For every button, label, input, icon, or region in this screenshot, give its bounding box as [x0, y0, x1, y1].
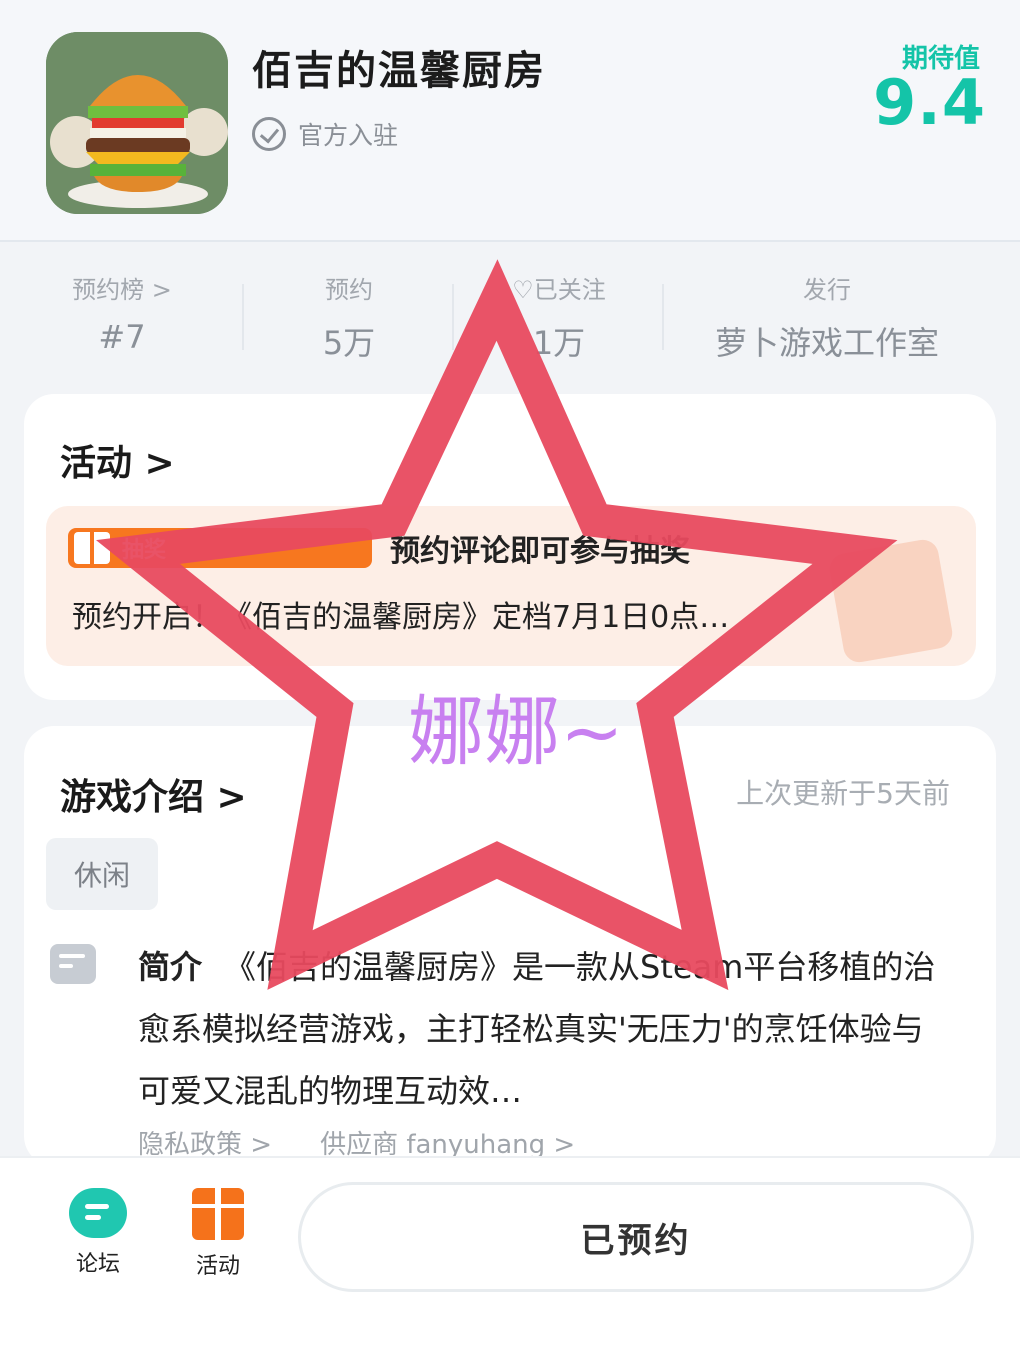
activity-label: 活动: [195, 1254, 240, 1279]
stat-followed-value: 1万: [532, 324, 586, 362]
intro-title[interactable]: 游戏介绍 >: [60, 768, 247, 820]
gift-deco-icon: [827, 537, 955, 665]
watermark-text: 娜娜~: [408, 687, 624, 776]
app-title: 佰吉的温馨厨房: [252, 48, 546, 94]
promo-banner[interactable]: 抽奖 预约评论即可参与抽奖 预约开启！《佰吉的温馨厨房》定档7月1日0点…: [46, 506, 976, 666]
stat-publisher-value: 萝卜游戏工作室: [714, 324, 939, 362]
stats-row: 预约榜 > #7 预约 5万 ♡已关注 1万 发行 萝卜游戏工作室: [0, 262, 1020, 362]
document-icon: [50, 944, 96, 984]
activity-button[interactable]: 活动: [168, 1188, 268, 1280]
activity-title[interactable]: 活动 >: [60, 434, 175, 486]
lottery-badge-label: 抽奖: [122, 538, 167, 563]
stat-publisher-label: 发行: [803, 276, 851, 304]
stat-reservations-value: 5万: [322, 324, 376, 362]
app-icon[interactable]: [46, 32, 228, 214]
intro-text: 《佰吉的温馨厨房》是一款从Steam平台移植的治愈系模拟经营游戏，主打轻松真实'…: [138, 948, 936, 1110]
stat-publisher[interactable]: 发行 萝卜游戏工作室: [664, 262, 990, 362]
promo-title: 预约评论即可参与抽奖: [390, 534, 690, 569]
intro-text-block[interactable]: 简介 《佰吉的温馨厨房》是一款从Steam平台移植的治愈系模拟经营游戏，主打轻松真…: [138, 936, 938, 1122]
intro-label: 简介: [138, 948, 203, 986]
promo-desc: 预约开启！《佰吉的温馨厨房》定档7月1日0点…: [72, 600, 730, 635]
genre-tag[interactable]: 休闲: [46, 838, 158, 910]
stat-rank-value: #7: [98, 318, 146, 356]
forum-label: 论坛: [75, 1252, 120, 1277]
expect-score: 9.4: [873, 66, 986, 139]
lottery-badge: 抽奖: [68, 528, 372, 568]
reserved-button[interactable]: 已预约: [298, 1182, 974, 1292]
stat-rank-label: 预约榜 >: [72, 276, 172, 304]
stat-rank[interactable]: 预约榜 > #7: [0, 262, 244, 362]
official-label: 官方入驻: [298, 121, 399, 150]
gift-icon: [74, 532, 110, 564]
intro-card: 游戏介绍 > 上次更新于5天前 休闲 简介 《佰吉的温馨厨房》是一款从Steam平…: [24, 726, 996, 1166]
activity-card: 活动 > 抽奖 预约评论即可参与抽奖 预约开启！《佰吉的温馨厨房》定档7月1日0…: [24, 394, 996, 700]
update-time: 上次更新于5天前: [736, 777, 950, 810]
verified-check-icon: [252, 117, 286, 151]
stat-followed[interactable]: ♡已关注 1万: [454, 262, 664, 362]
gift-icon: [192, 1188, 244, 1240]
official-badge: 官方入驻: [252, 114, 398, 154]
chat-bubble-icon: [69, 1188, 127, 1238]
forum-button[interactable]: 论坛: [48, 1188, 148, 1278]
bottom-action-bar: 论坛 活动 已预约: [0, 1156, 1020, 1360]
stat-followed-label: ♡已关注: [512, 276, 606, 304]
stat-reservations: 预约 5万: [244, 262, 454, 362]
stat-reservations-label: 预约: [325, 276, 373, 304]
app-header: 佰吉的温馨厨房 官方入驻 期待值 9.4: [0, 0, 1020, 242]
